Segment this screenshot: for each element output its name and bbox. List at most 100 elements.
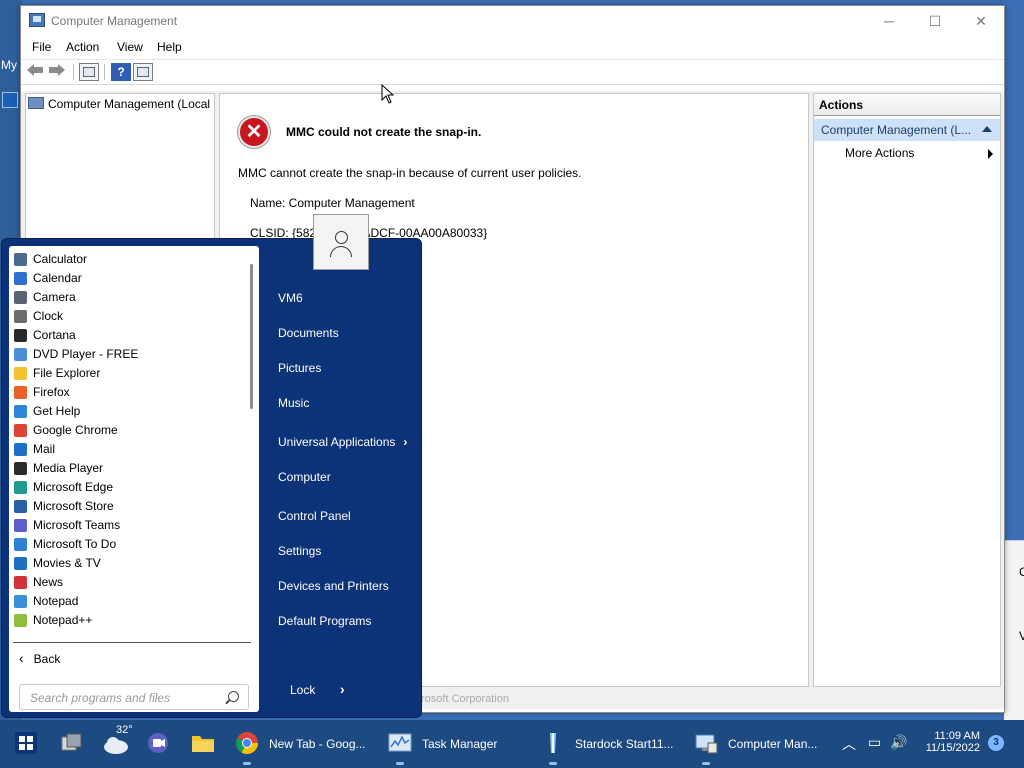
user-icon-body [330,246,352,257]
program-calculator[interactable]: Calculator [9,250,249,269]
menu-action[interactable]: Action [66,40,99,54]
taskbar-app-computer-management[interactable]: Computer Man... [694,720,829,768]
error-title: MMC could not create the snap-in. [286,125,482,139]
start-link-default-programs[interactable]: Default Programs [278,614,371,628]
title-bar[interactable]: Computer Management ─ ☐ ✕ [21,6,1004,36]
taskbar-app-stardock[interactable]: Stardock Start11... [541,720,681,768]
start-link-computer[interactable]: Computer [278,470,331,484]
dvd-icon [14,348,27,361]
actions-group-computer-management[interactable]: Computer Management (L... [814,119,1000,141]
lock-button[interactable]: Lock [290,683,315,697]
back-arrow-icon[interactable] [25,63,45,81]
program-clock[interactable]: Clock [9,307,249,326]
desktop-icon-label[interactable]: My [1,58,17,72]
program-file-explorer[interactable]: File Explorer [9,364,249,383]
start-link-devices-printers[interactable]: Devices and Printers [278,579,389,593]
program-get-help[interactable]: Get Help [9,402,249,421]
system-clock[interactable]: 11:09 AM 11/15/2022 [920,730,980,754]
error-description: MMC cannot create the snap-in because of… [238,166,582,180]
calendar-icon [14,272,27,285]
program-google-chrome[interactable]: Google Chrome [9,421,249,440]
start-link-documents[interactable]: Documents [278,326,339,340]
program-label: Camera [33,290,76,304]
program-microsoft-store[interactable]: Microsoft Store [9,497,249,516]
error-name: Name: Computer Management [250,196,415,210]
tree-item-computer-management[interactable]: Computer Management (Local [28,97,210,111]
program-cortana[interactable]: Cortana [9,326,249,345]
weather-widget[interactable]: 32° [102,724,135,756]
toolbar-separator [104,64,105,80]
minimize-button[interactable]: ─ [866,6,912,36]
network-icon[interactable]: ▭ [868,734,881,751]
collapse-icon[interactable] [982,126,992,132]
show-hidden-icons-chevron-icon[interactable]: ︿ [842,734,856,754]
program-label: Mail [33,442,56,456]
actions-header: Actions [814,94,1000,116]
file-explorer-taskbar-icon[interactable] [190,730,216,756]
mouse-cursor-icon [381,84,395,104]
program-notepad-plus-plus[interactable]: Notepad++ [9,611,249,630]
start-link-music[interactable]: Music [278,396,309,410]
teams-icon [14,519,27,532]
close-button[interactable]: ✕ [958,6,1004,36]
start-link-universal-applications[interactable]: Universal Applications › [278,435,407,449]
start-menu: Calculator Calendar Camera Clock Cortana… [1,238,422,718]
folder-icon [14,367,27,380]
program-microsoft-edge[interactable]: Microsoft Edge [9,478,249,497]
user-avatar[interactable] [313,214,369,270]
start-link-vm6[interactable]: VM6 [278,291,303,305]
program-list-scrollbar[interactable] [250,264,253,409]
chevron-right-icon: › [403,435,408,449]
program-label: Calendar [33,271,82,285]
computer-management-icon [695,734,718,754]
desktop-shortcut-icon[interactable] [2,92,18,108]
more-actions-link[interactable]: More Actions [845,146,914,160]
program-dvd-player[interactable]: DVD Player - FREE [9,345,249,364]
todo-icon [14,538,27,551]
meet-chat-icon[interactable] [146,730,172,756]
program-camera[interactable]: Camera [9,288,249,307]
program-mail[interactable]: Mail [9,440,249,459]
back-button[interactable]: ‹ Back [19,650,60,666]
clock-icon [14,310,27,323]
volume-icon[interactable]: 🔊 [890,734,907,751]
forward-arrow-icon[interactable] [47,63,67,81]
program-firefox[interactable]: Firefox [9,383,249,402]
power-options-arrow-icon[interactable]: › [340,681,345,697]
status-text: rosoft Corporation [421,693,510,705]
start-link-settings[interactable]: Settings [278,544,321,558]
taskbar-app-chrome[interactable]: New Tab - Goog... [235,720,370,768]
program-notepad[interactable]: Notepad [9,592,249,611]
menu-help[interactable]: Help [157,40,182,54]
program-movies-tv[interactable]: Movies & TV [9,554,249,573]
help-icon[interactable]: ? [111,63,131,81]
divider [13,642,251,643]
back-label: Back [33,652,61,666]
news-icon [14,576,27,589]
error-icon: ✕ [238,116,270,148]
menu-file[interactable]: File [32,40,51,54]
program-microsoft-teams[interactable]: Microsoft Teams [9,516,249,535]
task-view-icon[interactable] [58,730,84,756]
show-hide-action-pane-icon[interactable] [133,63,153,81]
maximize-button[interactable]: ☐ [912,6,958,36]
start-link-pictures[interactable]: Pictures [278,361,321,375]
program-calendar[interactable]: Calendar [9,269,249,288]
program-label: Media Player [33,461,104,475]
computer-management-icon [29,13,45,27]
program-label: Microsoft To Do [33,537,117,551]
tree-item-label: Computer Management (Local [48,97,211,111]
notification-badge[interactable]: 3 [988,735,1004,751]
mail-icon [14,443,27,456]
search-icon[interactable] [228,691,239,702]
show-hide-console-tree-icon[interactable] [79,63,99,81]
start-link-control-panel[interactable]: Control Panel [278,509,351,523]
start-button[interactable] [13,730,39,756]
menu-view[interactable]: View [117,40,143,54]
background-window-edge: C V [1004,540,1024,720]
program-microsoft-to-do[interactable]: Microsoft To Do [9,535,249,554]
program-media-player[interactable]: Media Player [9,459,249,478]
program-news[interactable]: News [9,573,249,592]
taskbar-app-task-manager[interactable]: Task Manager [388,720,508,768]
search-input[interactable]: Search programs and files [19,684,249,710]
